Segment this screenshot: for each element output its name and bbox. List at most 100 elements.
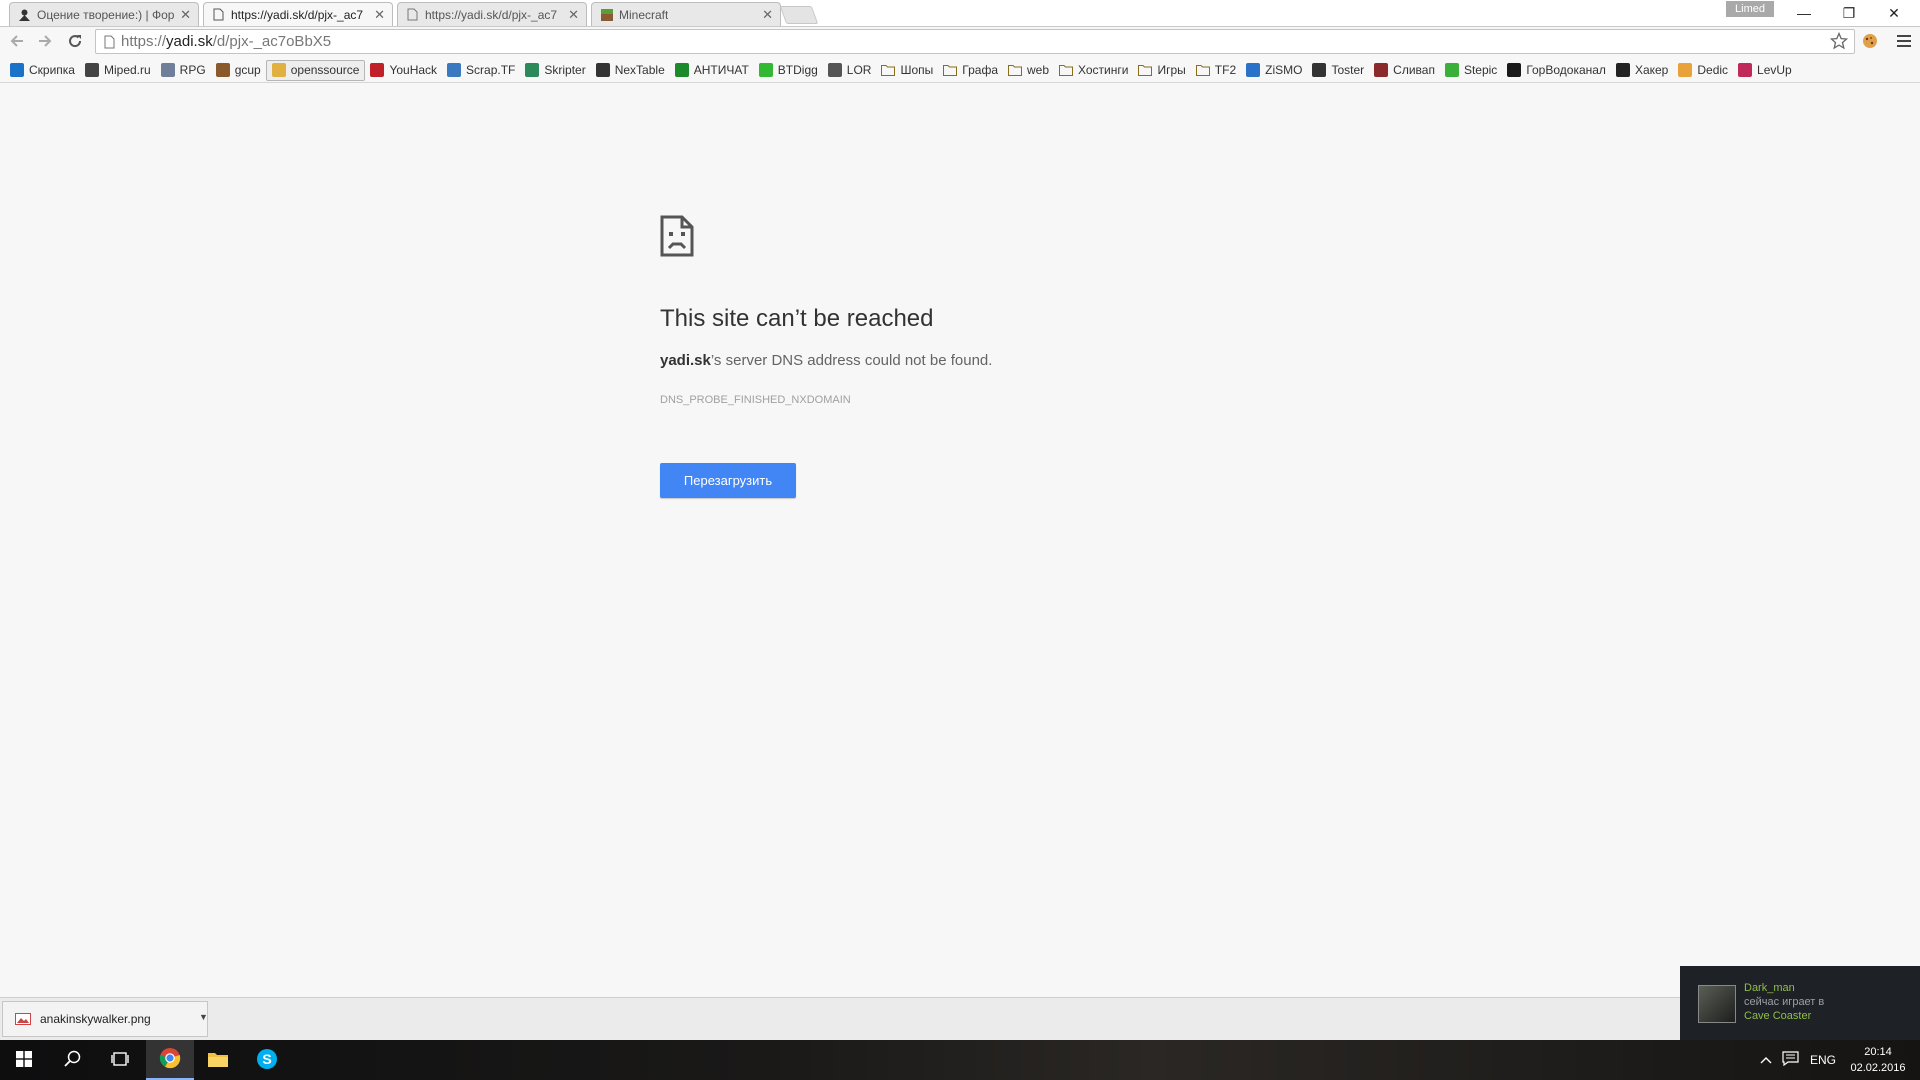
chevron-up-icon bbox=[1760, 1053, 1772, 1067]
bookmark-item[interactable]: Scrap.TF bbox=[442, 60, 520, 81]
bookmark-item[interactable]: RPG bbox=[156, 60, 211, 81]
forward-button[interactable] bbox=[34, 32, 56, 54]
task-view-button[interactable] bbox=[96, 1040, 144, 1080]
bookmark-item[interactable]: Miped.ru bbox=[80, 60, 156, 81]
minimize-button[interactable]: — bbox=[1782, 2, 1826, 24]
tab-minecraft[interactable]: Minecraft ✕ bbox=[591, 2, 781, 26]
tab-label: https://yadi.sk/d/pjx-_ac7 bbox=[231, 7, 364, 22]
bookmark-item[interactable]: gcup bbox=[211, 60, 266, 81]
folder-icon bbox=[1138, 63, 1153, 77]
show-hidden-icons-button[interactable] bbox=[1760, 1040, 1772, 1080]
error-title: This site can’t be reached bbox=[660, 305, 934, 332]
url-prefix: https:// bbox=[121, 33, 167, 50]
tab-strip: Оцение творение:) | Фор ✕ https://yadi.s… bbox=[0, 0, 1920, 27]
slivap-icon bbox=[1374, 63, 1389, 77]
taskbar-skype[interactable]: S bbox=[243, 1040, 291, 1080]
gcup-icon bbox=[215, 63, 230, 77]
bookmark-item[interactable]: TF2 bbox=[1191, 60, 1241, 81]
skype-icon: S bbox=[256, 1048, 278, 1073]
tab-yadi-active[interactable]: https://yadi.sk/d/pjx-_ac7 ✕ bbox=[203, 2, 393, 26]
start-button[interactable] bbox=[0, 1040, 48, 1080]
btdigg-icon bbox=[758, 63, 773, 77]
bookmark-item[interactable]: Хакер bbox=[1611, 60, 1673, 81]
user-avatar-icon bbox=[18, 8, 31, 21]
bookmark-item[interactable]: Графа bbox=[938, 60, 1003, 81]
maximize-button[interactable]: ❐ bbox=[1827, 2, 1871, 24]
close-icon[interactable]: ✕ bbox=[374, 7, 385, 23]
back-button[interactable] bbox=[6, 32, 28, 54]
bookmark-item[interactable]: YouHack bbox=[365, 60, 442, 81]
bookmark-item[interactable]: Шопы bbox=[876, 60, 938, 81]
chevron-down-icon[interactable]: ▼ bbox=[199, 1012, 208, 1022]
arrow-right-icon bbox=[37, 33, 53, 54]
bookmark-item[interactable]: web bbox=[1003, 60, 1054, 81]
bookmark-item[interactable]: openssource bbox=[265, 59, 366, 81]
notification-game: Cave Coaster bbox=[1744, 1010, 1812, 1022]
steam-notification[interactable]: Dark_man сейчас играет в Cave Coaster bbox=[1680, 966, 1920, 1040]
tab-forum[interactable]: Оцение творение:) | Фор ✕ bbox=[9, 2, 199, 26]
bookmark-item[interactable]: LevUp bbox=[1733, 60, 1797, 81]
bookmark-label: Хакер bbox=[1634, 63, 1669, 77]
toster-icon bbox=[1312, 63, 1327, 77]
reload-button[interactable] bbox=[64, 32, 86, 54]
bookmark-item[interactable]: ZiSMO bbox=[1241, 60, 1307, 81]
close-window-button[interactable]: ✕ bbox=[1872, 2, 1916, 24]
tab-label: https://yadi.sk/d/pjx-_ac7 bbox=[425, 7, 558, 22]
address-bar[interactable]: https://yadi.sk/d/pjx-_ac7oBbX5 bbox=[95, 29, 1855, 54]
page-icon bbox=[406, 8, 419, 21]
tab-yadi[interactable]: https://yadi.sk/d/pjx-_ac7 ✕ bbox=[397, 2, 587, 26]
bookmark-item[interactable]: АНТИЧАТ bbox=[670, 60, 754, 81]
taskbar-file-explorer[interactable] bbox=[194, 1040, 242, 1080]
bookmark-item[interactable]: Хостинги bbox=[1054, 60, 1133, 81]
miped-icon bbox=[84, 63, 99, 77]
close-icon[interactable]: ✕ bbox=[180, 7, 191, 23]
profile-button[interactable]: Limed bbox=[1726, 1, 1774, 17]
browser-toolbar: https://yadi.sk/d/pjx-_ac7oBbX5 bbox=[0, 27, 1920, 57]
new-tab-button[interactable] bbox=[779, 6, 819, 24]
zismo-icon bbox=[1246, 63, 1261, 77]
bookmark-label: Scrap.TF bbox=[466, 63, 516, 77]
bookmark-item[interactable]: NexTable bbox=[591, 60, 670, 81]
bookmark-item[interactable]: Сливап bbox=[1369, 60, 1440, 81]
close-icon[interactable]: ✕ bbox=[762, 7, 773, 23]
url-host: yadi.sk bbox=[166, 33, 213, 50]
bookmarks-bar: Скрипка Miped.ru RPG gcup openssource YouHack… bbox=[0, 58, 1920, 83]
download-item[interactable]: anakinskywalker.png ▼ bbox=[2, 1001, 208, 1037]
bookmark-label: Графа bbox=[962, 63, 998, 77]
stepic-icon bbox=[1444, 63, 1459, 77]
bookmark-item[interactable]: Скрипка bbox=[5, 60, 80, 81]
bookmark-item[interactable]: Stepic bbox=[1440, 60, 1502, 81]
tab-label: Minecraft bbox=[619, 7, 669, 22]
close-icon[interactable]: ✕ bbox=[568, 7, 579, 23]
bookmark-label: Toster bbox=[1331, 63, 1365, 77]
page-icon bbox=[104, 35, 115, 49]
scraptf-icon bbox=[447, 63, 462, 77]
bookmark-item[interactable]: ГорВодоканал bbox=[1502, 60, 1611, 81]
search-button[interactable] bbox=[48, 1040, 96, 1080]
bookmark-item[interactable]: BTDigg bbox=[754, 60, 823, 81]
windows-logo-icon bbox=[16, 1050, 32, 1070]
action-center-button[interactable] bbox=[1782, 1040, 1799, 1080]
language-indicator[interactable]: ENG bbox=[1810, 1040, 1836, 1080]
bookmark-item[interactable]: Toster bbox=[1307, 60, 1369, 81]
bookmark-item[interactable]: Skripter bbox=[520, 60, 590, 81]
bookmark-label: Skripter bbox=[544, 63, 586, 77]
bookmark-item[interactable]: LOR bbox=[823, 60, 877, 81]
taskbar: S ENG 20:14 02.02.2016 bbox=[0, 1040, 1920, 1080]
menu-button[interactable] bbox=[1893, 32, 1915, 54]
bookmark-label: BTDigg bbox=[777, 63, 818, 77]
reload-page-button[interactable]: Перезагрузить bbox=[660, 463, 796, 498]
cookie-extension-button[interactable] bbox=[1859, 32, 1881, 54]
bookmark-star-button[interactable] bbox=[1828, 31, 1850, 54]
skripka-icon bbox=[10, 63, 24, 77]
bookmark-label: АНТИЧАТ bbox=[693, 63, 749, 77]
bookmark-label: Скрипка bbox=[29, 63, 75, 77]
bookmark-item[interactable]: Игры bbox=[1133, 60, 1190, 81]
bookmark-item[interactable]: Dedic bbox=[1673, 60, 1733, 81]
error-code: DNS_PROBE_FINISHED_NXDOMAIN bbox=[660, 394, 851, 406]
taskbar-chrome[interactable] bbox=[146, 1040, 194, 1080]
download-shelf: anakinskywalker.png ▼ bbox=[0, 997, 1920, 1041]
gorvodokanal-icon bbox=[1507, 63, 1522, 77]
taskbar-clock[interactable]: 20:14 02.02.2016 bbox=[1838, 1044, 1918, 1076]
download-filename: anakinskywalker.png bbox=[40, 1012, 151, 1026]
